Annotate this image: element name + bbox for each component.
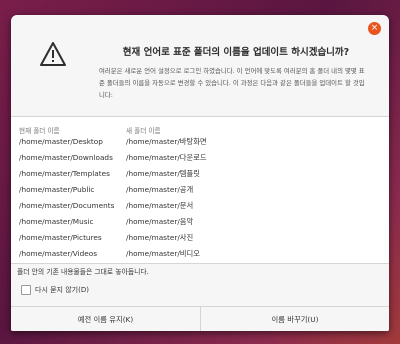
- update-folders-dialog: × 현재 언어로 표준 폴더의 이름을 업데이트 하시겠습니까? 여러분은 새로…: [11, 15, 389, 331]
- current-folder-cell: /home/master/Templates: [19, 169, 110, 178]
- table-row[interactable]: /home/master/Music /home/master/음악: [11, 217, 389, 233]
- folder-list[interactable]: 현재 폴더 이름 새 폴더 이름 /home/master/Desktop /h…: [11, 116, 389, 264]
- dont-ask-again-checkbox[interactable]: [21, 285, 31, 295]
- table-row[interactable]: /home/master/Downloads /home/master/다운로드: [11, 153, 389, 169]
- new-folder-cell: /home/master/공개: [126, 185, 194, 194]
- new-folder-cell: /home/master/사진: [126, 233, 194, 242]
- dont-ask-again-label[interactable]: 다시 묻지 않기(D): [35, 285, 89, 295]
- contents-note: 폴더 안의 기존 내용물들은 그대로 놓아둡니다.: [17, 268, 149, 276]
- new-folder-cell: /home/master/문서: [126, 201, 194, 210]
- update-names-button[interactable]: 이름 바꾸기(U): [201, 307, 389, 331]
- new-folder-cell: /home/master/비디오: [126, 249, 200, 258]
- dialog-title: 현재 언어로 표준 폴더의 이름을 업데이트 하시겠습니까?: [122, 47, 350, 58]
- current-folder-cell: /home/master/Downloads: [19, 153, 113, 162]
- close-icon: ×: [370, 23, 379, 33]
- new-folder-cell: /home/master/템플릿: [126, 169, 200, 178]
- new-folder-cell: /home/master/다운로드: [126, 153, 207, 162]
- column-header-current[interactable]: 현재 폴더 이름: [19, 125, 60, 135]
- warning-icon: [40, 42, 66, 66]
- current-folder-cell: /home/master/Videos: [19, 249, 98, 258]
- current-folder-cell: /home/master/Desktop: [19, 137, 103, 146]
- current-folder-cell: /home/master/Pictures: [19, 233, 102, 242]
- current-folder-cell: /home/master/Public: [19, 185, 95, 194]
- table-row[interactable]: /home/master/Desktop /home/master/바탕화면: [11, 137, 389, 153]
- table-row[interactable]: /home/master/Public /home/master/공개: [11, 185, 389, 201]
- new-folder-cell: /home/master/음악: [126, 217, 194, 226]
- table-row[interactable]: /home/master/Documents /home/master/문서: [11, 201, 389, 217]
- table-row[interactable]: /home/master/Templates /home/master/템플릿: [11, 169, 389, 185]
- keep-old-names-button[interactable]: 예전 이름 유지(K): [11, 307, 201, 331]
- column-header-new[interactable]: 새 폴더 이름: [126, 125, 161, 135]
- close-button[interactable]: ×: [368, 22, 381, 35]
- current-folder-cell: /home/master/Music: [19, 217, 94, 226]
- table-row[interactable]: /home/master/Pictures /home/master/사진: [11, 233, 389, 249]
- button-bar: 예전 이름 유지(K) 이름 바꾸기(U): [11, 306, 389, 331]
- current-folder-cell: /home/master/Documents: [19, 201, 115, 210]
- table-row[interactable]: /home/master/Videos /home/master/비디오: [11, 249, 389, 265]
- new-folder-cell: /home/master/바탕화면: [126, 137, 207, 146]
- dialog-titlebar[interactable]: ×: [11, 15, 389, 41]
- dialog-description: 여러분은 새로운 언어 설정으로 로그인 하였습니다. 이 언어에 맞도록 여러…: [99, 67, 365, 99]
